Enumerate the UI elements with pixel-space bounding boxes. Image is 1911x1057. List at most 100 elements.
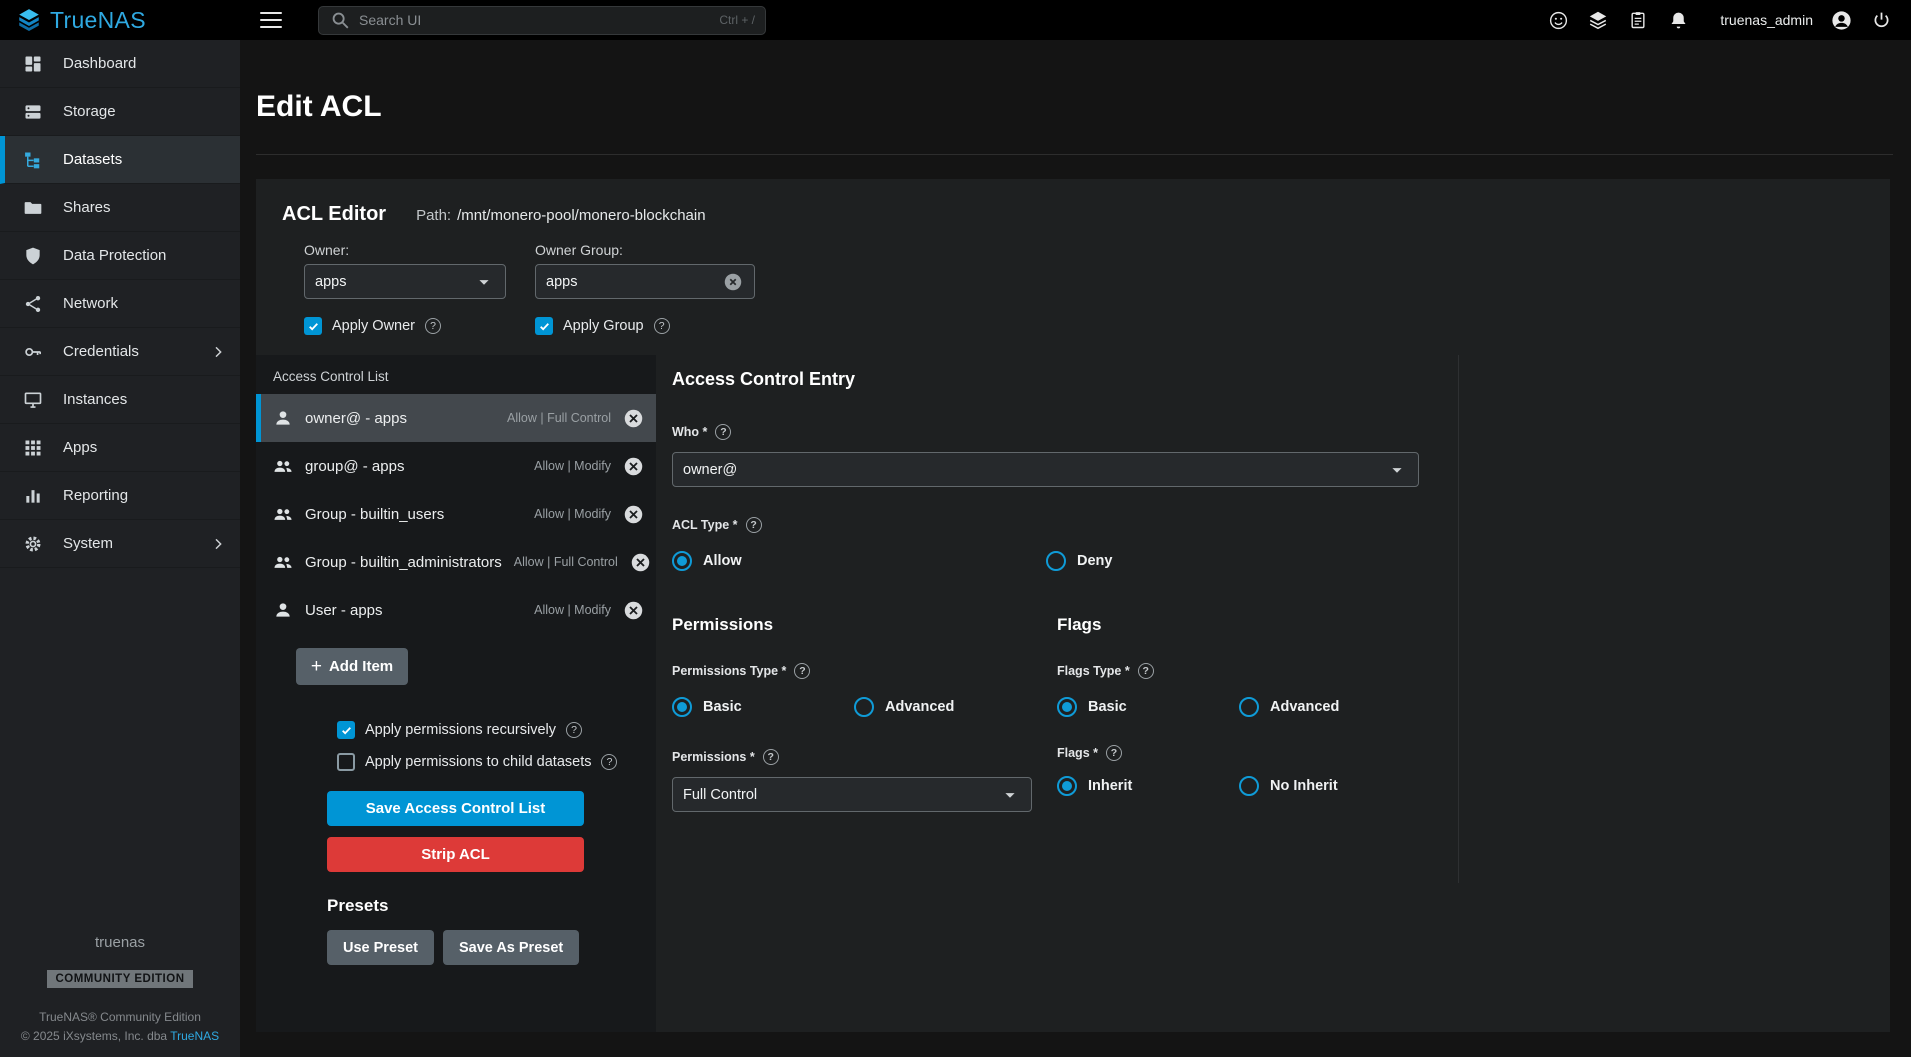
ace-title: Access Control Entry (672, 355, 1419, 390)
child-datasets-checkbox[interactable] (337, 753, 355, 771)
recursive-row: Apply permissions recursively ? (337, 721, 656, 739)
owner-group-input[interactable] (546, 274, 696, 290)
acl-entry-row[interactable]: User - apps Allow | Modify (256, 586, 656, 634)
search-shortcut: Ctrl + / (719, 13, 755, 27)
apps-grid-icon (22, 437, 44, 459)
owner-group-label: Owner Group: (535, 242, 755, 258)
help-icon[interactable]: ? (715, 424, 731, 440)
remove-entry-icon[interactable] (623, 408, 644, 429)
main-content: Edit ACL ACL Editor Path:/mnt/monero-poo… (240, 40, 1911, 1057)
truenas-logo-icon (16, 7, 42, 33)
help-icon[interactable]: ? (763, 749, 779, 765)
sidebar-item-label: Dashboard (63, 55, 136, 72)
permissions-select[interactable]: Full Control (672, 777, 1032, 812)
entry-permission-label: Allow | Modify (534, 507, 611, 521)
owner-label: Owner: (304, 242, 506, 258)
storage-icon (22, 101, 44, 123)
shield-icon (22, 245, 44, 267)
acl-entry-row[interactable]: Group - builtin_administrators Allow | F… (256, 538, 656, 586)
save-acl-button[interactable]: Save Access Control List (327, 791, 584, 826)
apply-group-checkbox[interactable] (535, 317, 553, 335)
clear-icon[interactable] (722, 271, 744, 293)
radio-icon (1239, 776, 1259, 796)
flags-label: Flags * ? (1057, 745, 1419, 761)
copyright-brand-link[interactable]: TrueNAS (170, 1029, 219, 1043)
who-select[interactable]: owner@ (672, 452, 1419, 487)
acl-entry-row[interactable]: Group - builtin_users Allow | Modify (256, 490, 656, 538)
user-avatar-icon[interactable] (1829, 8, 1853, 32)
feedback-icon[interactable] (1546, 8, 1570, 32)
datasets-icon (22, 149, 44, 171)
help-icon[interactable]: ? (601, 754, 617, 770)
apply-owner-checkbox[interactable] (304, 317, 322, 335)
owner-group-field[interactable] (535, 264, 755, 299)
bar-chart-icon (22, 485, 44, 507)
radio-selected-icon (672, 551, 692, 571)
sidebar-item-apps[interactable]: Apps (0, 424, 240, 472)
help-icon[interactable]: ? (1106, 745, 1122, 761)
acl-entry-row[interactable]: owner@ - apps Allow | Full Control (256, 394, 656, 442)
copyright-line: © 2025 iXsystems, Inc. dba TrueNAS (0, 1029, 240, 1043)
sidebar-item-label: Reporting (63, 487, 128, 504)
jobs-icon[interactable] (1586, 8, 1610, 32)
sidebar-item-instances[interactable]: Instances (0, 376, 240, 424)
add-item-button[interactable]: + Add Item (296, 648, 408, 685)
help-icon[interactable]: ? (1138, 663, 1154, 679)
sidebar-item-label: Apps (63, 439, 97, 456)
acl-entry-row[interactable]: group@ - apps Allow | Modify (256, 442, 656, 490)
remove-entry-icon[interactable] (623, 456, 644, 477)
alerts-bell-icon[interactable] (1666, 8, 1690, 32)
sidebar-item-system[interactable]: System (0, 520, 240, 568)
acl-type-deny-radio[interactable]: Deny (1046, 551, 1112, 571)
apply-owner-label: Apply Owner (332, 318, 415, 334)
flags-inherit-radio[interactable]: Inherit (1057, 776, 1239, 796)
help-icon[interactable]: ? (566, 722, 582, 738)
checklist-icon[interactable] (1626, 8, 1650, 32)
search-input[interactable] (359, 12, 711, 28)
sidebar: Dashboard Storage Datasets Shares Data P… (0, 40, 240, 1057)
plus-icon: + (311, 657, 322, 676)
dashboard-icon (22, 53, 44, 75)
presets-title: Presets (327, 896, 656, 916)
help-icon[interactable]: ? (425, 318, 441, 334)
sidebar-item-storage[interactable]: Storage (0, 88, 240, 136)
help-icon[interactable]: ? (794, 663, 810, 679)
radio-selected-icon (1057, 776, 1077, 796)
remove-entry-icon[interactable] (623, 600, 644, 621)
help-icon[interactable]: ? (746, 517, 762, 533)
title-divider (256, 154, 1893, 155)
sidebar-item-label: Credentials (63, 343, 139, 360)
power-icon[interactable] (1869, 8, 1893, 32)
strip-acl-button[interactable]: Strip ACL (327, 837, 584, 872)
permissions-type-basic-radio[interactable]: Basic (672, 697, 854, 717)
recursive-checkbox[interactable] (337, 721, 355, 739)
acl-type-allow-radio[interactable]: Allow (672, 551, 1046, 571)
radio-selected-icon (1057, 697, 1077, 717)
help-icon[interactable]: ? (654, 318, 670, 334)
owner-select[interactable]: apps (304, 264, 506, 299)
remove-entry-icon[interactable] (623, 504, 644, 525)
flags-type-advanced-radio[interactable]: Advanced (1239, 697, 1339, 717)
remove-entry-icon[interactable] (630, 552, 651, 573)
child-datasets-label: Apply permissions to child datasets (365, 754, 591, 770)
sidebar-item-shares[interactable]: Shares (0, 184, 240, 232)
sidebar-item-network[interactable]: Network (0, 280, 240, 328)
sidebar-item-dashboard[interactable]: Dashboard (0, 40, 240, 88)
group-icon (273, 456, 293, 476)
sidebar-item-data-protection[interactable]: Data Protection (0, 232, 240, 280)
permissions-type-advanced-radio[interactable]: Advanced (854, 697, 954, 717)
sidebar-item-credentials[interactable]: Credentials (0, 328, 240, 376)
network-icon (22, 293, 44, 315)
menu-toggle-icon[interactable] (260, 12, 282, 28)
save-as-preset-button[interactable]: Save As Preset (443, 930, 579, 965)
apply-group-row: Apply Group ? (535, 317, 670, 335)
flags-type-basic-radio[interactable]: Basic (1057, 697, 1239, 717)
global-search[interactable]: Ctrl + / (318, 6, 766, 35)
acl-editor-card: ACL Editor Path:/mnt/monero-pool/monero-… (256, 179, 1890, 1032)
flags-no-inherit-radio[interactable]: No Inherit (1239, 776, 1338, 796)
sidebar-item-reporting[interactable]: Reporting (0, 472, 240, 520)
acl-list-header: Access Control List (256, 355, 656, 394)
sidebar-item-datasets[interactable]: Datasets (0, 136, 240, 184)
use-preset-button[interactable]: Use Preset (327, 930, 434, 965)
logo[interactable]: TrueNAS (0, 7, 240, 34)
